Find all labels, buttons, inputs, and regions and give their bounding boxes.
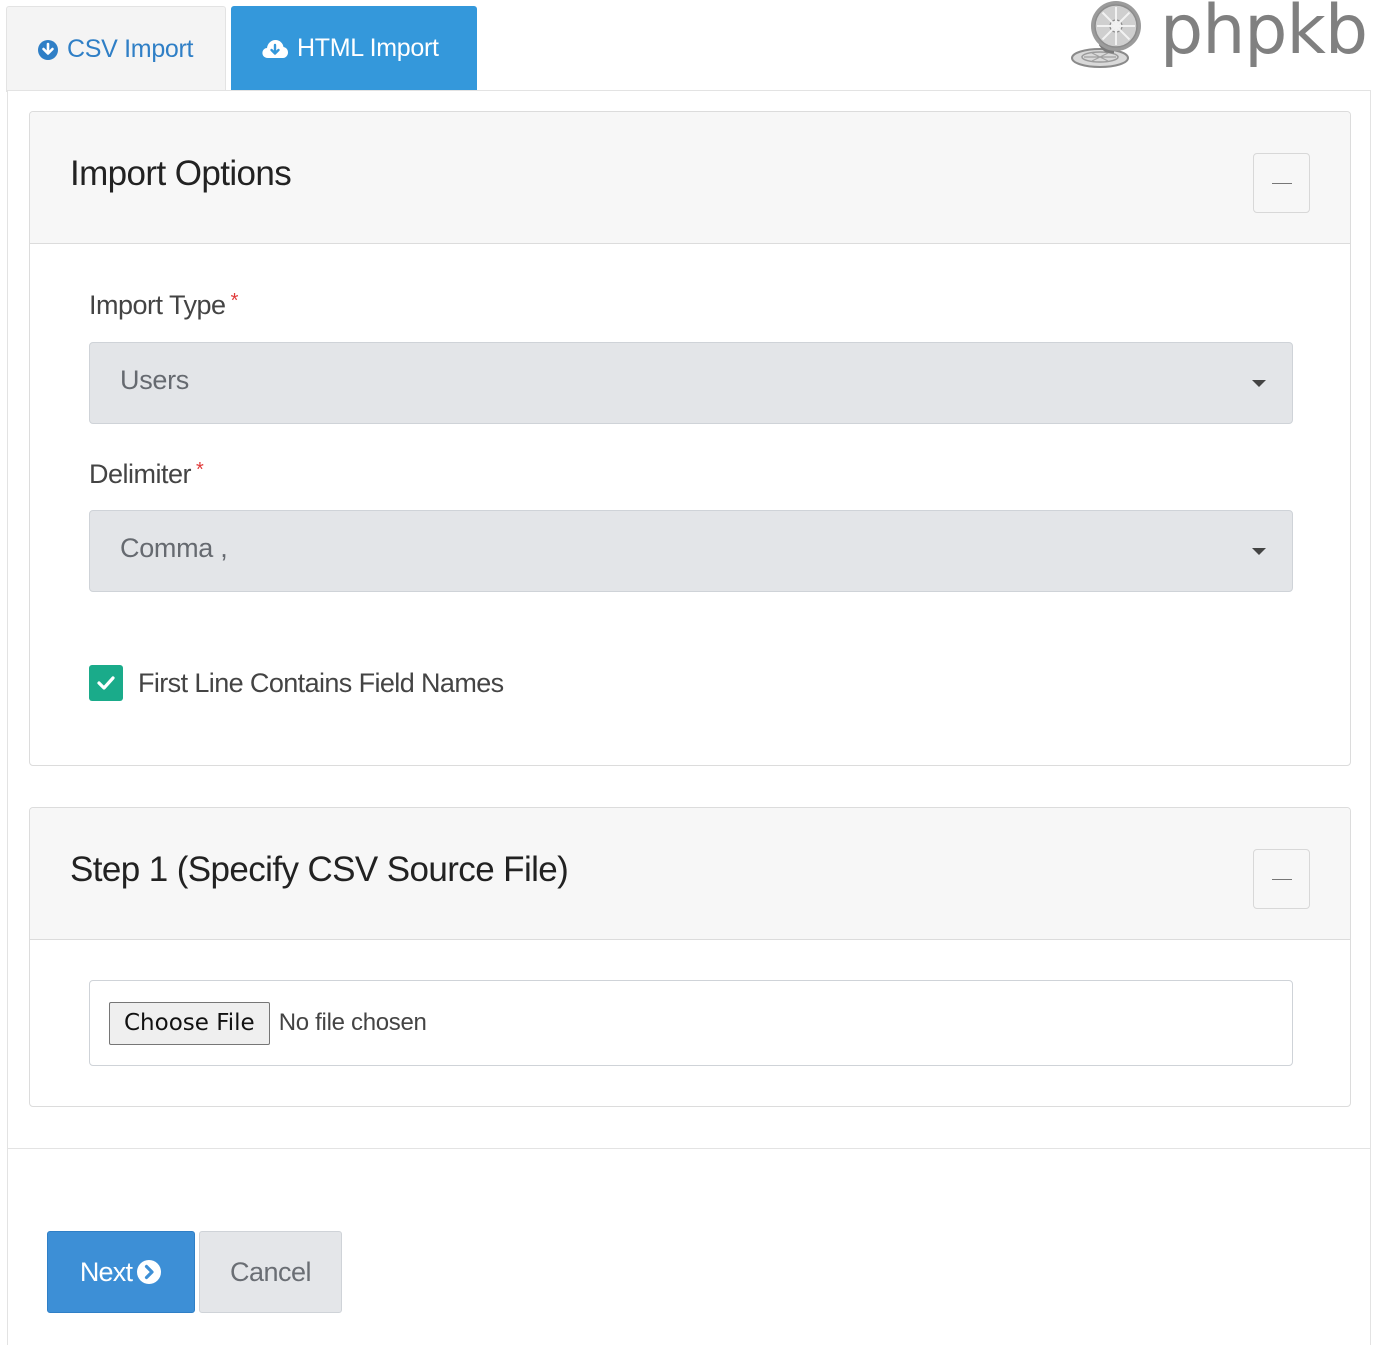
- step1-header: Step 1 (Specify CSV Source File): [30, 808, 1350, 940]
- first-line-field-names-row: First Line Contains Field Names: [89, 665, 504, 701]
- choose-file-button[interactable]: Choose File: [109, 1001, 270, 1045]
- import-page: CSV Import HTML Import phpkb Import Opti…: [0, 0, 1375, 1345]
- next-button-label: Next: [79, 1256, 133, 1287]
- cloud-download-icon: [261, 38, 289, 60]
- step1-card: Step 1 (Specify CSV Source File) Choose …: [29, 807, 1351, 1107]
- delimiter-value: Comma ,: [120, 533, 228, 563]
- tab-csv-import-label: CSV Import: [67, 35, 194, 63]
- import-type-select[interactable]: Users: [89, 342, 1293, 424]
- phpkb-logo: phpkb: [1070, 0, 1368, 72]
- footer-divider: [8, 1148, 1370, 1149]
- step1-collapse-button[interactable]: [1253, 849, 1310, 909]
- minus-icon: [1271, 182, 1292, 184]
- circle-arrow-down-icon: [37, 39, 59, 61]
- first-line-field-names-checkbox[interactable]: [89, 665, 123, 701]
- import-panel: Import Options Import Type * Users Delimi…: [7, 90, 1371, 1345]
- import-type-value: Users: [120, 365, 190, 395]
- required-marker: *: [196, 459, 204, 481]
- checkmark-icon: [97, 676, 115, 690]
- caret-down-icon: [1252, 548, 1266, 555]
- file-status-text: No file chosen: [278, 1009, 427, 1036]
- step1-title: Step 1 (Specify CSV Source File): [70, 850, 569, 889]
- import-options-collapse-button[interactable]: [1253, 153, 1310, 213]
- tab-html-import[interactable]: HTML Import: [231, 6, 477, 91]
- circle-chevron-right-icon: [136, 1259, 162, 1285]
- phpkb-logo-mark-icon: [1071, 1, 1142, 68]
- import-type-label: Import Type *: [89, 290, 238, 321]
- phpkb-logo-text: phpkb: [1160, 0, 1368, 70]
- minus-icon: [1271, 878, 1292, 880]
- first-line-field-names-label[interactable]: First Line Contains Field Names: [138, 668, 504, 699]
- next-button[interactable]: Next: [47, 1231, 195, 1313]
- import-options-header: Import Options: [30, 112, 1350, 244]
- delimiter-label-text: Delimiter: [89, 459, 192, 489]
- cancel-button-label: Cancel: [229, 1256, 312, 1287]
- required-marker: *: [230, 290, 239, 312]
- delimiter-select[interactable]: Comma ,: [89, 510, 1293, 592]
- import-options-title: Import Options: [70, 154, 292, 193]
- delimiter-label: Delimiter *: [89, 459, 204, 490]
- import-type-label-text: Import Type: [89, 290, 226, 320]
- caret-down-icon: [1252, 380, 1266, 387]
- import-options-card: Import Options Import Type * Users Delimi…: [29, 111, 1351, 766]
- tab-html-import-label: HTML Import: [297, 34, 439, 62]
- cancel-button[interactable]: Cancel: [199, 1231, 342, 1313]
- tab-csv-import[interactable]: CSV Import: [6, 6, 226, 92]
- csv-file-input[interactable]: Choose File No file chosen: [89, 980, 1293, 1066]
